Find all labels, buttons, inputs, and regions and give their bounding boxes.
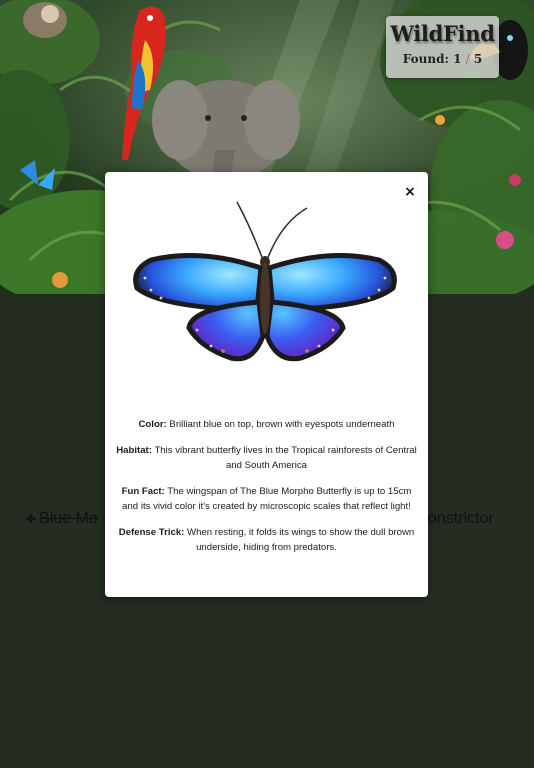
fact-habitat-text: This vibrant butterfly lives in the Trop…: [154, 444, 417, 472]
animal-info-modal: × Color: Brilliant blue on top, brown wi…: [105, 172, 428, 597]
checklist-item-boa-constrictor: onstrictor: [428, 510, 494, 528]
fact-defense: Defense Trick: When resting, it folds it…: [113, 525, 420, 556]
blue-morpho-image: [131, 198, 399, 368]
fact-habitat: Habitat: This vibrant butterfly lives in…: [113, 443, 420, 474]
found-count: 1: [453, 52, 462, 66]
found-separator: /: [465, 52, 470, 66]
found-label: Found:: [402, 52, 449, 66]
fact-color-label: Color:: [138, 419, 167, 430]
score-panel: WildFind Found: 1 / 5: [386, 16, 499, 78]
fact-color-text: Brilliant blue on top, brown with eyespo…: [169, 419, 395, 430]
game-title: WildFind: [390, 21, 495, 46]
fact-habitat-label: Habitat:: [116, 444, 152, 456]
fact-defense-label: Defense Trick:: [118, 526, 185, 538]
fact-fun-fact-text: The wingspan of The Blue Morpho Butterfl…: [122, 485, 412, 513]
fact-fun-fact-label: Fun Fact:: [121, 485, 165, 497]
checklist-item-label: Blue Mo: [39, 510, 98, 527]
found-counter: Found: 1 / 5: [386, 52, 499, 66]
butterfly-icon: ✤: [26, 512, 37, 526]
fact-defense-text: When resting, it folds its wings to show…: [187, 526, 415, 554]
total-count: 5: [473, 52, 483, 66]
animal-facts: Color: Brilliant blue on top, brown with…: [113, 417, 420, 566]
close-button[interactable]: ×: [403, 184, 417, 200]
checklist-item-blue-morpho: ✤ Blue Mo: [26, 510, 98, 528]
fact-fun-fact: Fun Fact: The wingspan of The Blue Morph…: [113, 484, 420, 515]
checklist-item-label: onstrictor: [428, 510, 494, 527]
fact-color: Color: Brilliant blue on top, brown with…: [113, 417, 420, 433]
